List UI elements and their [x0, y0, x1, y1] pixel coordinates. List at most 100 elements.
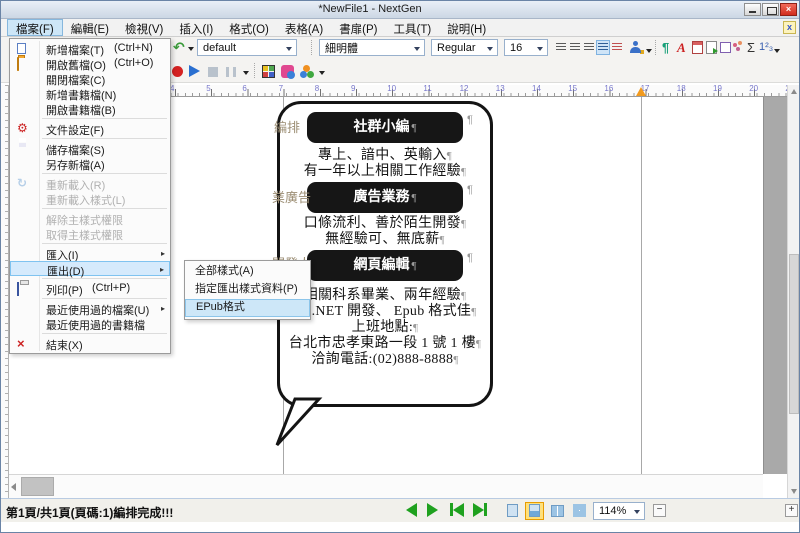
paragraph-style-value: default [203, 42, 236, 54]
undo-icon[interactable]: ↶ [173, 39, 185, 56]
ruler-margin-marker-icon[interactable] [636, 87, 646, 96]
horizontal-scroll-thumb[interactable] [21, 477, 54, 496]
font-weight-combobox[interactable]: Regular [431, 39, 498, 56]
styled-page-button[interactable] [692, 41, 703, 54]
scroll-up-icon[interactable] [791, 89, 797, 94]
stop-button[interactable] [208, 67, 218, 77]
font-family-combobox[interactable]: 細明體 [319, 39, 425, 56]
pilcrow-mark: ¶ [467, 252, 473, 264]
speech-bubble-tail [269, 397, 329, 449]
submenu-arrow-icon: ▸ [161, 304, 165, 313]
menu-item-recent-books[interactable]: 最近使用過的書籍檔 [10, 316, 170, 331]
right-margin-guide [641, 97, 642, 474]
horizontal-scrollbar[interactable] [9, 474, 763, 498]
multi-page-view-button[interactable] [569, 502, 588, 520]
align-right-button[interactable] [582, 40, 596, 55]
single-page-view-button[interactable] [503, 502, 522, 520]
menu-item-export[interactable]: 匯出(D) ▸ [10, 261, 170, 276]
font-weight-value: Regular [437, 42, 476, 54]
menu-item-save-file[interactable]: 儲存檔案(S) [10, 141, 170, 156]
overflow-dropdown-icon[interactable] [646, 49, 652, 53]
character-style-button[interactable]: A [677, 40, 686, 55]
fit-width-view-button[interactable] [525, 502, 544, 520]
pilcrow-mark: ¶ [412, 260, 417, 272]
align-center-icon [570, 43, 580, 52]
vertical-scroll-thumb[interactable] [789, 254, 799, 414]
menu-table[interactable]: 表格(A) [277, 19, 331, 36]
font-size-combobox[interactable]: 16 [504, 39, 548, 56]
menu-item-get-master-style: 取得主樣式權限 [10, 226, 170, 241]
pilcrow-marks-button[interactable]: ¶ [662, 40, 669, 55]
zoom-in-button[interactable]: + [785, 504, 798, 517]
menu-bookpage[interactable]: 書扉(P) [331, 19, 385, 36]
menu-tools[interactable]: 工具(T) [386, 19, 440, 36]
next-page-button[interactable] [427, 503, 445, 519]
chevron-down-icon [537, 47, 543, 51]
text-frame-button[interactable] [720, 42, 731, 53]
submenu-arrow-icon: ▸ [160, 265, 164, 274]
author-permission-button[interactable] [629, 41, 642, 54]
color-dots-button[interactable] [733, 41, 744, 54]
scroll-down-icon[interactable] [791, 489, 797, 494]
menu-item-document-settings[interactable]: ⚙ 文件設定(F) [10, 121, 170, 136]
menu-item-new-book[interactable]: 新增書籍檔(N) [10, 86, 170, 101]
align-center-button[interactable] [568, 40, 582, 55]
overflow-dropdown-icon[interactable] [319, 71, 325, 75]
chevron-down-icon [414, 47, 420, 51]
record-button[interactable] [172, 66, 183, 77]
menu-edit[interactable]: 編輯(E) [63, 19, 117, 36]
last-page-button[interactable] [473, 503, 491, 519]
minimize-button[interactable] [744, 3, 761, 16]
image-style-button[interactable] [281, 65, 294, 78]
pilcrow-mark: ¶ [467, 184, 473, 196]
play-button[interactable] [189, 65, 200, 77]
paragraph-style-combobox[interactable]: default [197, 39, 297, 56]
menu-format[interactable]: 格式(O) [221, 19, 277, 36]
menu-item-exit[interactable]: × 結束(X) [10, 336, 170, 351]
title-bar[interactable]: *NewFile1 - NextGen × [1, 1, 799, 19]
menu-insert[interactable]: 插入(I) [171, 19, 221, 36]
undo-dropdown-icon[interactable] [188, 47, 194, 51]
submenu-item-all-styles[interactable]: 全部樣式(A) [185, 263, 310, 281]
menu-help[interactable]: 說明(H) [439, 19, 494, 36]
color-wheel-button[interactable] [300, 65, 314, 78]
overflow-dropdown-icon[interactable] [243, 71, 249, 75]
previous-page-button[interactable] [406, 503, 424, 519]
first-page-button[interactable] [450, 503, 468, 519]
pause-button[interactable] [226, 67, 236, 77]
menu-item-new-file[interactable]: 新增檔案(T) (Ctrl+N) [10, 41, 170, 56]
document-close-button[interactable]: x [783, 21, 796, 34]
scroll-left-icon[interactable] [11, 483, 16, 491]
page-link-button[interactable] [706, 41, 717, 54]
submenu-item-epub-format[interactable]: EPub格式 [185, 299, 310, 317]
overflow-dropdown-icon[interactable] [774, 49, 780, 53]
menu-item-open-book[interactable]: 開啟書籍檔(B) [10, 101, 170, 116]
align-justify-button[interactable] [596, 40, 610, 55]
menu-item-save-as[interactable]: 另存新檔(A) [10, 156, 170, 171]
pilcrow-mark: ¶ [412, 122, 417, 134]
sigma-formula-button[interactable]: Σ [747, 40, 755, 55]
menu-item-close-file[interactable]: 關閉檔案(C) [10, 71, 170, 86]
menu-item-print[interactable]: 列印(P) (Ctrl+P) [10, 281, 170, 296]
numbering-button[interactable]: 1²₃ [759, 40, 773, 55]
two-page-view-button[interactable] [547, 502, 566, 520]
menu-item-reload-style: 重新載入樣式(L) [10, 191, 170, 206]
submenu-item-specified-style-data[interactable]: 指定匯出樣式資料(P) [185, 281, 310, 299]
ruler-number: 9 [351, 84, 355, 93]
vertical-scrollbar[interactable] [787, 85, 800, 498]
menu-file[interactable]: 檔案(F) [7, 19, 63, 36]
align-left-button[interactable] [554, 40, 568, 55]
menu-item-recent-files[interactable]: 最近使用過的檔案(U) ▸ [10, 301, 170, 316]
menu-view[interactable]: 檢視(V) [117, 19, 171, 36]
zoom-level-combobox[interactable]: 114% [593, 502, 645, 520]
maximize-button[interactable] [762, 3, 779, 16]
align-distribute-button[interactable] [610, 40, 624, 55]
color-grid-button[interactable] [262, 65, 275, 78]
zoom-out-button[interactable]: − [653, 504, 666, 517]
menu-item-open-file[interactable]: 開啟舊檔(O) (Ctrl+O) [10, 56, 170, 71]
ruler-number: 13 [496, 84, 505, 93]
vertical-ruler[interactable]: 23 [1, 85, 9, 498]
ruler-number: 15 [568, 84, 577, 93]
menu-item-import[interactable]: 匯入(I) ▸ [10, 246, 170, 261]
close-button[interactable]: × [780, 3, 797, 16]
